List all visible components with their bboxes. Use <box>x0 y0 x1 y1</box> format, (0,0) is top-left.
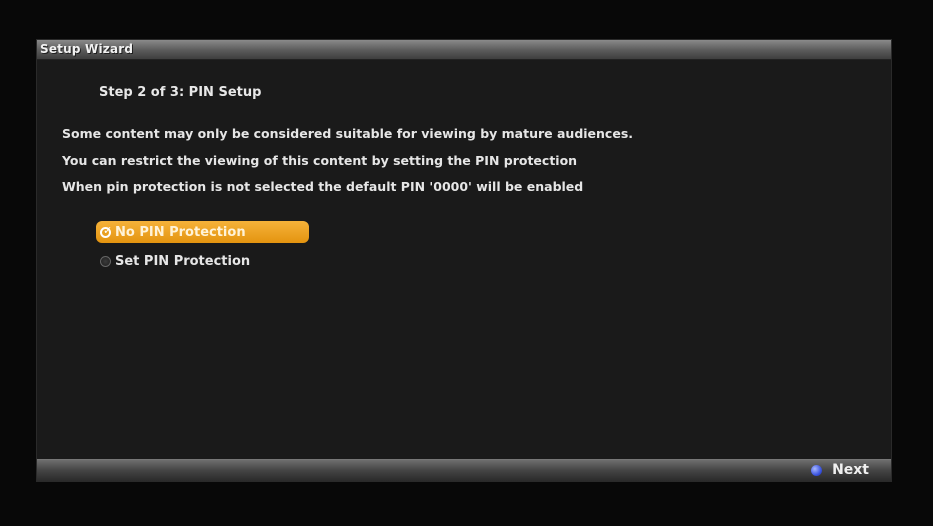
description-line-3: When pin protection is not selected the … <box>62 179 584 194</box>
option-no-pin-protection[interactable]: ✓ No PIN Protection <box>96 221 309 243</box>
radio-unchecked-icon <box>100 255 111 267</box>
next-button[interactable]: Next <box>811 462 869 478</box>
description-line-2: You can restrict the viewing of this con… <box>62 153 578 168</box>
setup-wizard-panel: Setup Wizard Step 2 of 3: PIN Setup Some… <box>36 39 892 482</box>
option-label: Set PIN Protection <box>115 253 251 269</box>
option-set-pin-protection[interactable]: Set PIN Protection <box>96 250 309 272</box>
option-label: No PIN Protection <box>115 224 246 240</box>
bottom-bar: Next <box>37 459 891 481</box>
description-line-1: Some content may only be considered suit… <box>62 126 634 141</box>
title-bar: Setup Wizard <box>37 40 891 60</box>
tv-screen: Setup Wizard Step 2 of 3: PIN Setup Some… <box>0 0 933 526</box>
window-title: Setup Wizard <box>40 42 134 56</box>
next-label: Next <box>832 462 869 478</box>
step-label: Step 2 of 3: PIN Setup <box>99 85 262 100</box>
radio-checked-icon: ✓ <box>100 225 112 238</box>
blue-button-icon <box>811 464 823 476</box>
